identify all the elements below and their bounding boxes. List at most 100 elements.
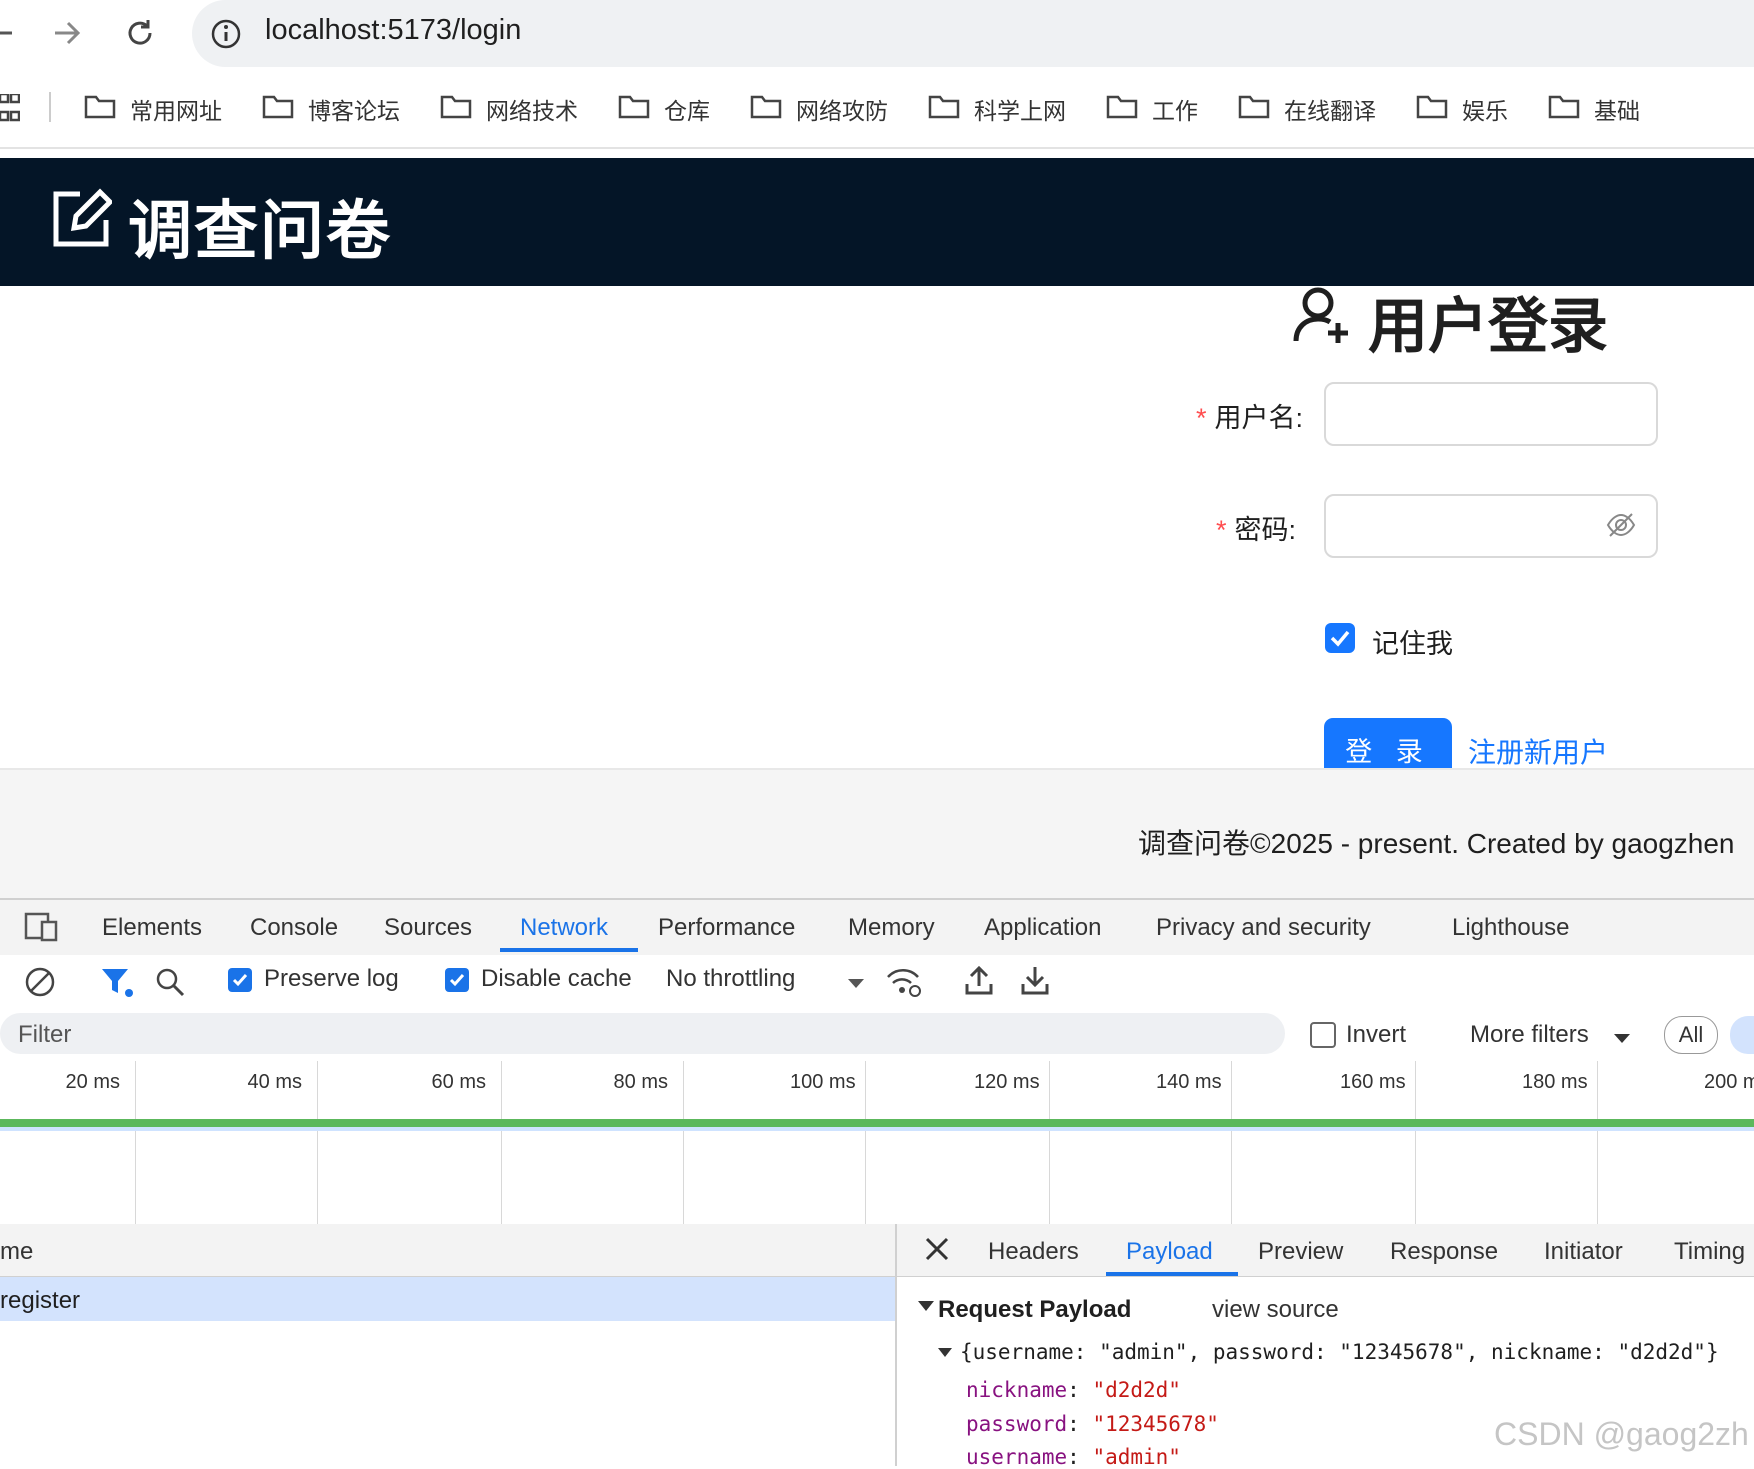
folder-icon [1548,93,1594,125]
more-filters-chevron-icon [1614,1031,1630,1049]
devtools-tab[interactable]: Memory [848,914,935,942]
forward-icon[interactable] [52,18,82,53]
timeline-bar-green [0,1119,1754,1127]
folder-icon [262,93,308,125]
payload-field: password: "12345678" [966,1412,1219,1436]
bookmark-folder[interactable]: 基础 [1548,92,1640,126]
preserve-log-checkbox[interactable] [228,968,252,994]
devtools-tab[interactable]: Lighthouse [1452,914,1569,942]
disable-cache-label: Disable cache [481,965,632,992]
timeline-gridline [317,1061,318,1224]
bookmark-folder[interactable]: 科学上网 [928,92,1066,126]
timeline-tick-label: 100 ms [790,1071,856,1093]
bookmark-folder[interactable]: 博客论坛 [262,92,400,126]
eye-invisible-icon[interactable] [1606,510,1636,545]
filter-placeholder: Filter [18,1021,72,1048]
apps-icon[interactable] [0,92,21,127]
bookmark-label: 仓库 [664,98,710,124]
detail-active-underline [1106,1272,1238,1276]
footer-text: 调查问卷©2025 - present. Created by gaogzhen [1138,828,1735,859]
active-tab-underline [500,948,638,952]
timeline-tick-label: 140 ms [1156,1071,1222,1093]
payload-field: username: "admin" [966,1445,1181,1469]
request-list-header [0,1224,895,1277]
bookmark-label: 科学上网 [974,98,1066,124]
devtools-tab[interactable]: Elements [102,914,202,942]
request-row[interactable] [0,1277,895,1321]
devtools-tab[interactable]: Sources [384,914,472,942]
address-text: localhost:5173/login [265,14,522,46]
edit-icon [50,188,114,255]
throttling-select[interactable]: No throttling [666,965,795,993]
bookmark-label: 工作 [1152,98,1198,124]
expand-triangle-icon[interactable] [918,1300,934,1318]
timeline-tick-label: 80 ms [613,1071,668,1093]
remember-checkbox[interactable] [1324,622,1356,659]
disable-cache-checkbox[interactable] [445,968,469,994]
timeline-tick-label: 180 ms [1522,1071,1588,1093]
login-title: 用户登录 [1368,293,1608,360]
filter-funnel-icon[interactable] [100,966,134,1003]
folder-icon [440,93,486,125]
request-name: register [0,1287,81,1314]
folder-icon [1238,93,1284,125]
bookmark-folder[interactable]: 在线翻译 [1238,92,1376,126]
detail-tab[interactable]: Preview [1258,1238,1343,1266]
folder-icon [750,93,796,125]
timeline-gridline [683,1061,684,1224]
folder-icon [1416,93,1462,125]
timeline-tick-label: 200 ms [1704,1071,1754,1093]
view-source-link[interactable]: view source [1212,1296,1339,1324]
timeline-tick-label: 160 ms [1340,1071,1406,1093]
bookmark-folder[interactable]: 常用网址 [84,92,222,126]
timeline-gridline [1231,1061,1232,1224]
devtools-tab[interactable]: Application [984,914,1101,942]
back-icon[interactable] [0,20,14,51]
detail-tab[interactable]: Payload [1126,1238,1213,1266]
upload-icon[interactable] [964,964,994,1001]
payload-field: nickname: "d2d2d" [966,1378,1181,1402]
more-filters-button[interactable]: More filters [1470,1021,1589,1049]
bookmark-folder[interactable]: 网络攻防 [750,92,888,126]
password-label: * 密码: [1216,515,1297,545]
register-link[interactable]: 注册新用户 [1468,731,1608,771]
devtools-tab[interactable]: Privacy and security [1156,914,1371,942]
invert-checkbox[interactable] [1310,1022,1336,1048]
detail-tab[interactable]: Timing [1674,1238,1745,1266]
folder-icon [1106,93,1152,125]
devtools-tab[interactable]: Console [250,914,338,942]
all-filter-chip[interactable]: All [1664,1016,1718,1054]
search-icon[interactable] [154,966,186,1003]
devtools-tab[interactable]: Performance [658,914,795,942]
user-add-icon [1292,285,1352,350]
chevron-down-icon[interactable] [848,976,864,994]
timeline-gridline [1415,1061,1416,1224]
detail-tab[interactable]: Headers [988,1238,1079,1266]
site-info-icon[interactable] [210,18,242,55]
timeline-gridline [1049,1061,1050,1224]
reload-icon[interactable] [124,17,156,54]
bookmark-folder[interactable]: 工作 [1106,92,1198,126]
bookmark-folder[interactable]: 娱乐 [1416,92,1508,126]
close-icon[interactable] [924,1236,950,1267]
expand-object-icon[interactable] [938,1345,952,1363]
name-column-header[interactable]: me [0,1238,33,1266]
detail-tab[interactable]: Initiator [1544,1238,1623,1266]
filter-input[interactable] [0,1013,1285,1054]
network-conditions-icon[interactable] [886,966,922,1003]
username-input[interactable] [1324,382,1658,446]
device-toolbar-icon[interactable] [24,912,58,947]
invert-label: Invert [1346,1021,1407,1048]
timeline-gridline [135,1061,136,1224]
download-icon[interactable] [1020,964,1050,1001]
folder-icon [618,93,664,125]
clear-icon[interactable] [24,966,56,1003]
folder-icon [84,93,130,125]
username-label: * 用户名: [1196,403,1304,433]
bookmark-folder[interactable]: 网络技术 [440,92,578,126]
timeline-tick-label: 20 ms [65,1071,120,1093]
bookmark-label: 在线翻译 [1284,98,1376,124]
bookmark-folder[interactable]: 仓库 [618,92,710,126]
detail-tab[interactable]: Response [1390,1238,1498,1266]
devtools-tab[interactable]: Network [520,914,608,942]
